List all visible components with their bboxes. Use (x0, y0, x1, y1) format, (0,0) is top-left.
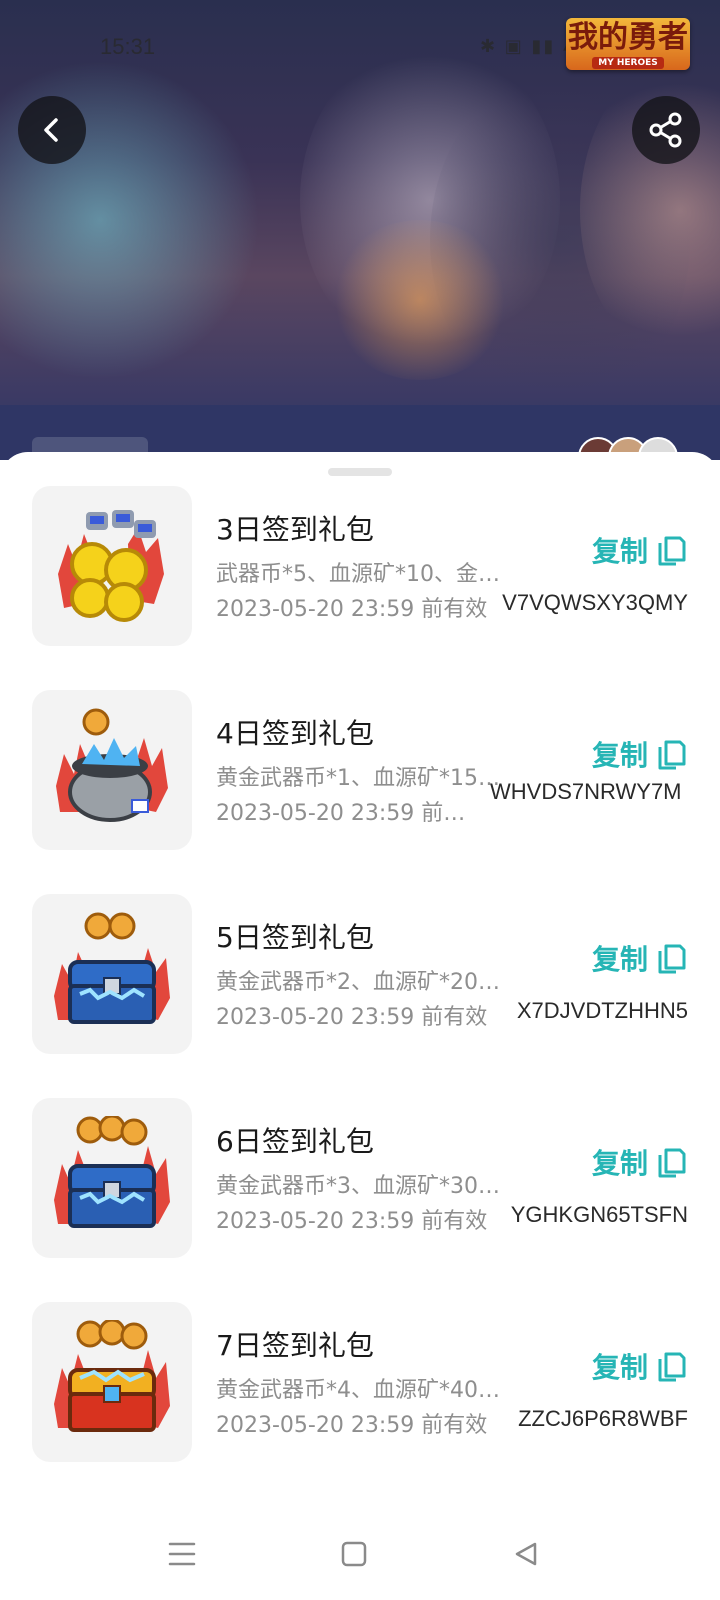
blue-chest-icon (54, 1116, 170, 1228)
gift-item: 7日签到礼包 黄金武器币*4、血源矿*40… 2023-05-20 23:59 … (0, 1302, 720, 1462)
nav-home-button[interactable] (324, 1524, 384, 1584)
gift-thumbnail (32, 1098, 192, 1258)
hero-art-campfire (330, 220, 510, 380)
gift-expiry: 2023-05-20 23:59 前有效 (216, 1209, 488, 1234)
gift-description: 武器币*5、血源矿*10、金… (216, 562, 500, 587)
red-chest-icon (54, 1320, 170, 1432)
copy-button[interactable]: 复制 (592, 1142, 686, 1182)
gift-description: 黄金武器币*4、血源矿*40… (216, 1378, 500, 1403)
sheet-drag-handle[interactable] (328, 468, 392, 476)
gift-code: ZZCJ6P6R8WBF (518, 1406, 688, 1431)
game-logo-subtitle: MY HEROES (592, 57, 664, 69)
copy-button[interactable]: 复制 (592, 1346, 686, 1386)
nav-menu-button[interactable] (152, 1524, 212, 1584)
nav-back-button[interactable] (496, 1524, 556, 1584)
copy-label: 复制 (592, 943, 649, 976)
gold-coins-icon (58, 510, 164, 622)
hero-banner: 15:31 ✱ ▣ ▮▮ ▰▰ 我的勇者 MY HEROES (0, 0, 720, 460)
gift-code: WHVDS7NRWY7M (490, 779, 682, 804)
gift-item: 3日签到礼包 武器币*5、血源矿*10、金… 2023-05-20 23:59 … (0, 486, 720, 646)
gift-list-sheet: 3日签到礼包 武器币*5、血源矿*10、金… 2023-05-20 23:59 … (0, 452, 720, 1600)
gift-description: 黄金武器币*2、血源矿*20… (216, 970, 500, 995)
gift-description: 黄金武器币*1、血源矿*15… (216, 766, 500, 791)
copy-icon (658, 536, 686, 566)
blue-chest-icon (54, 912, 170, 1024)
copy-icon (658, 1148, 686, 1178)
share-icon (649, 112, 682, 148)
copy-label: 复制 (592, 1351, 649, 1384)
gift-title: 6日签到礼包 (216, 1125, 374, 1158)
copy-icon (658, 740, 686, 770)
chevron-left-icon (44, 118, 58, 142)
gift-title: 5日签到礼包 (216, 921, 374, 954)
game-logo: 我的勇者 MY HEROES (566, 18, 690, 70)
gift-thumbnail (32, 690, 192, 850)
copy-button[interactable]: 复制 (592, 938, 686, 978)
share-button[interactable] (632, 96, 700, 164)
back-button[interactable] (18, 96, 86, 164)
home-square-icon (341, 1541, 367, 1567)
gift-item: 5日签到礼包 黄金武器币*2、血源矿*20… 2023-05-20 23:59 … (0, 894, 720, 1054)
gift-code: YGHKGN65TSFN (510, 1202, 688, 1227)
crystal-pot-icon (56, 708, 168, 822)
status-time: 15:31 (100, 34, 156, 59)
copy-button[interactable]: 复制 (592, 530, 686, 570)
gift-item: 6日签到礼包 黄金武器币*3、血源矿*30… 2023-05-20 23:59 … (0, 1098, 720, 1258)
gift-expiry: 2023-05-20 23:59 前有… (216, 801, 476, 826)
copy-label: 复制 (592, 535, 649, 568)
gift-thumbnail (32, 894, 192, 1054)
gift-thumbnail (32, 486, 192, 646)
menu-icon (168, 1542, 196, 1566)
gift-item: 4日签到礼包 黄金武器币*1、血源矿*15… 2023-05-20 23:59 … (0, 690, 720, 850)
copy-icon (658, 944, 686, 974)
gift-title: 7日签到礼包 (216, 1329, 374, 1362)
system-nav-bar (0, 1500, 720, 1600)
gift-expiry: 2023-05-20 23:59 前有效 (216, 1413, 488, 1438)
gift-expiry: 2023-05-20 23:59 前有效 (216, 1005, 488, 1030)
gift-thumbnail (32, 1302, 192, 1462)
copy-icon (658, 1352, 686, 1382)
copy-label: 复制 (592, 1147, 649, 1180)
copy-label: 复制 (592, 739, 649, 772)
gift-description: 黄金武器币*3、血源矿*30… (216, 1174, 500, 1199)
gift-expiry: 2023-05-20 23:59 前有效 (216, 597, 488, 622)
gift-code: V7VQWSXY3QMY (502, 590, 688, 615)
gift-title: 3日签到礼包 (216, 513, 374, 546)
copy-button[interactable]: 复制 (592, 734, 686, 774)
game-logo-title: 我的勇者 (568, 20, 688, 55)
back-triangle-icon (515, 1542, 537, 1566)
gift-title: 4日签到礼包 (216, 717, 374, 750)
gift-code: X7DJVDTZHHN5 (516, 998, 688, 1023)
